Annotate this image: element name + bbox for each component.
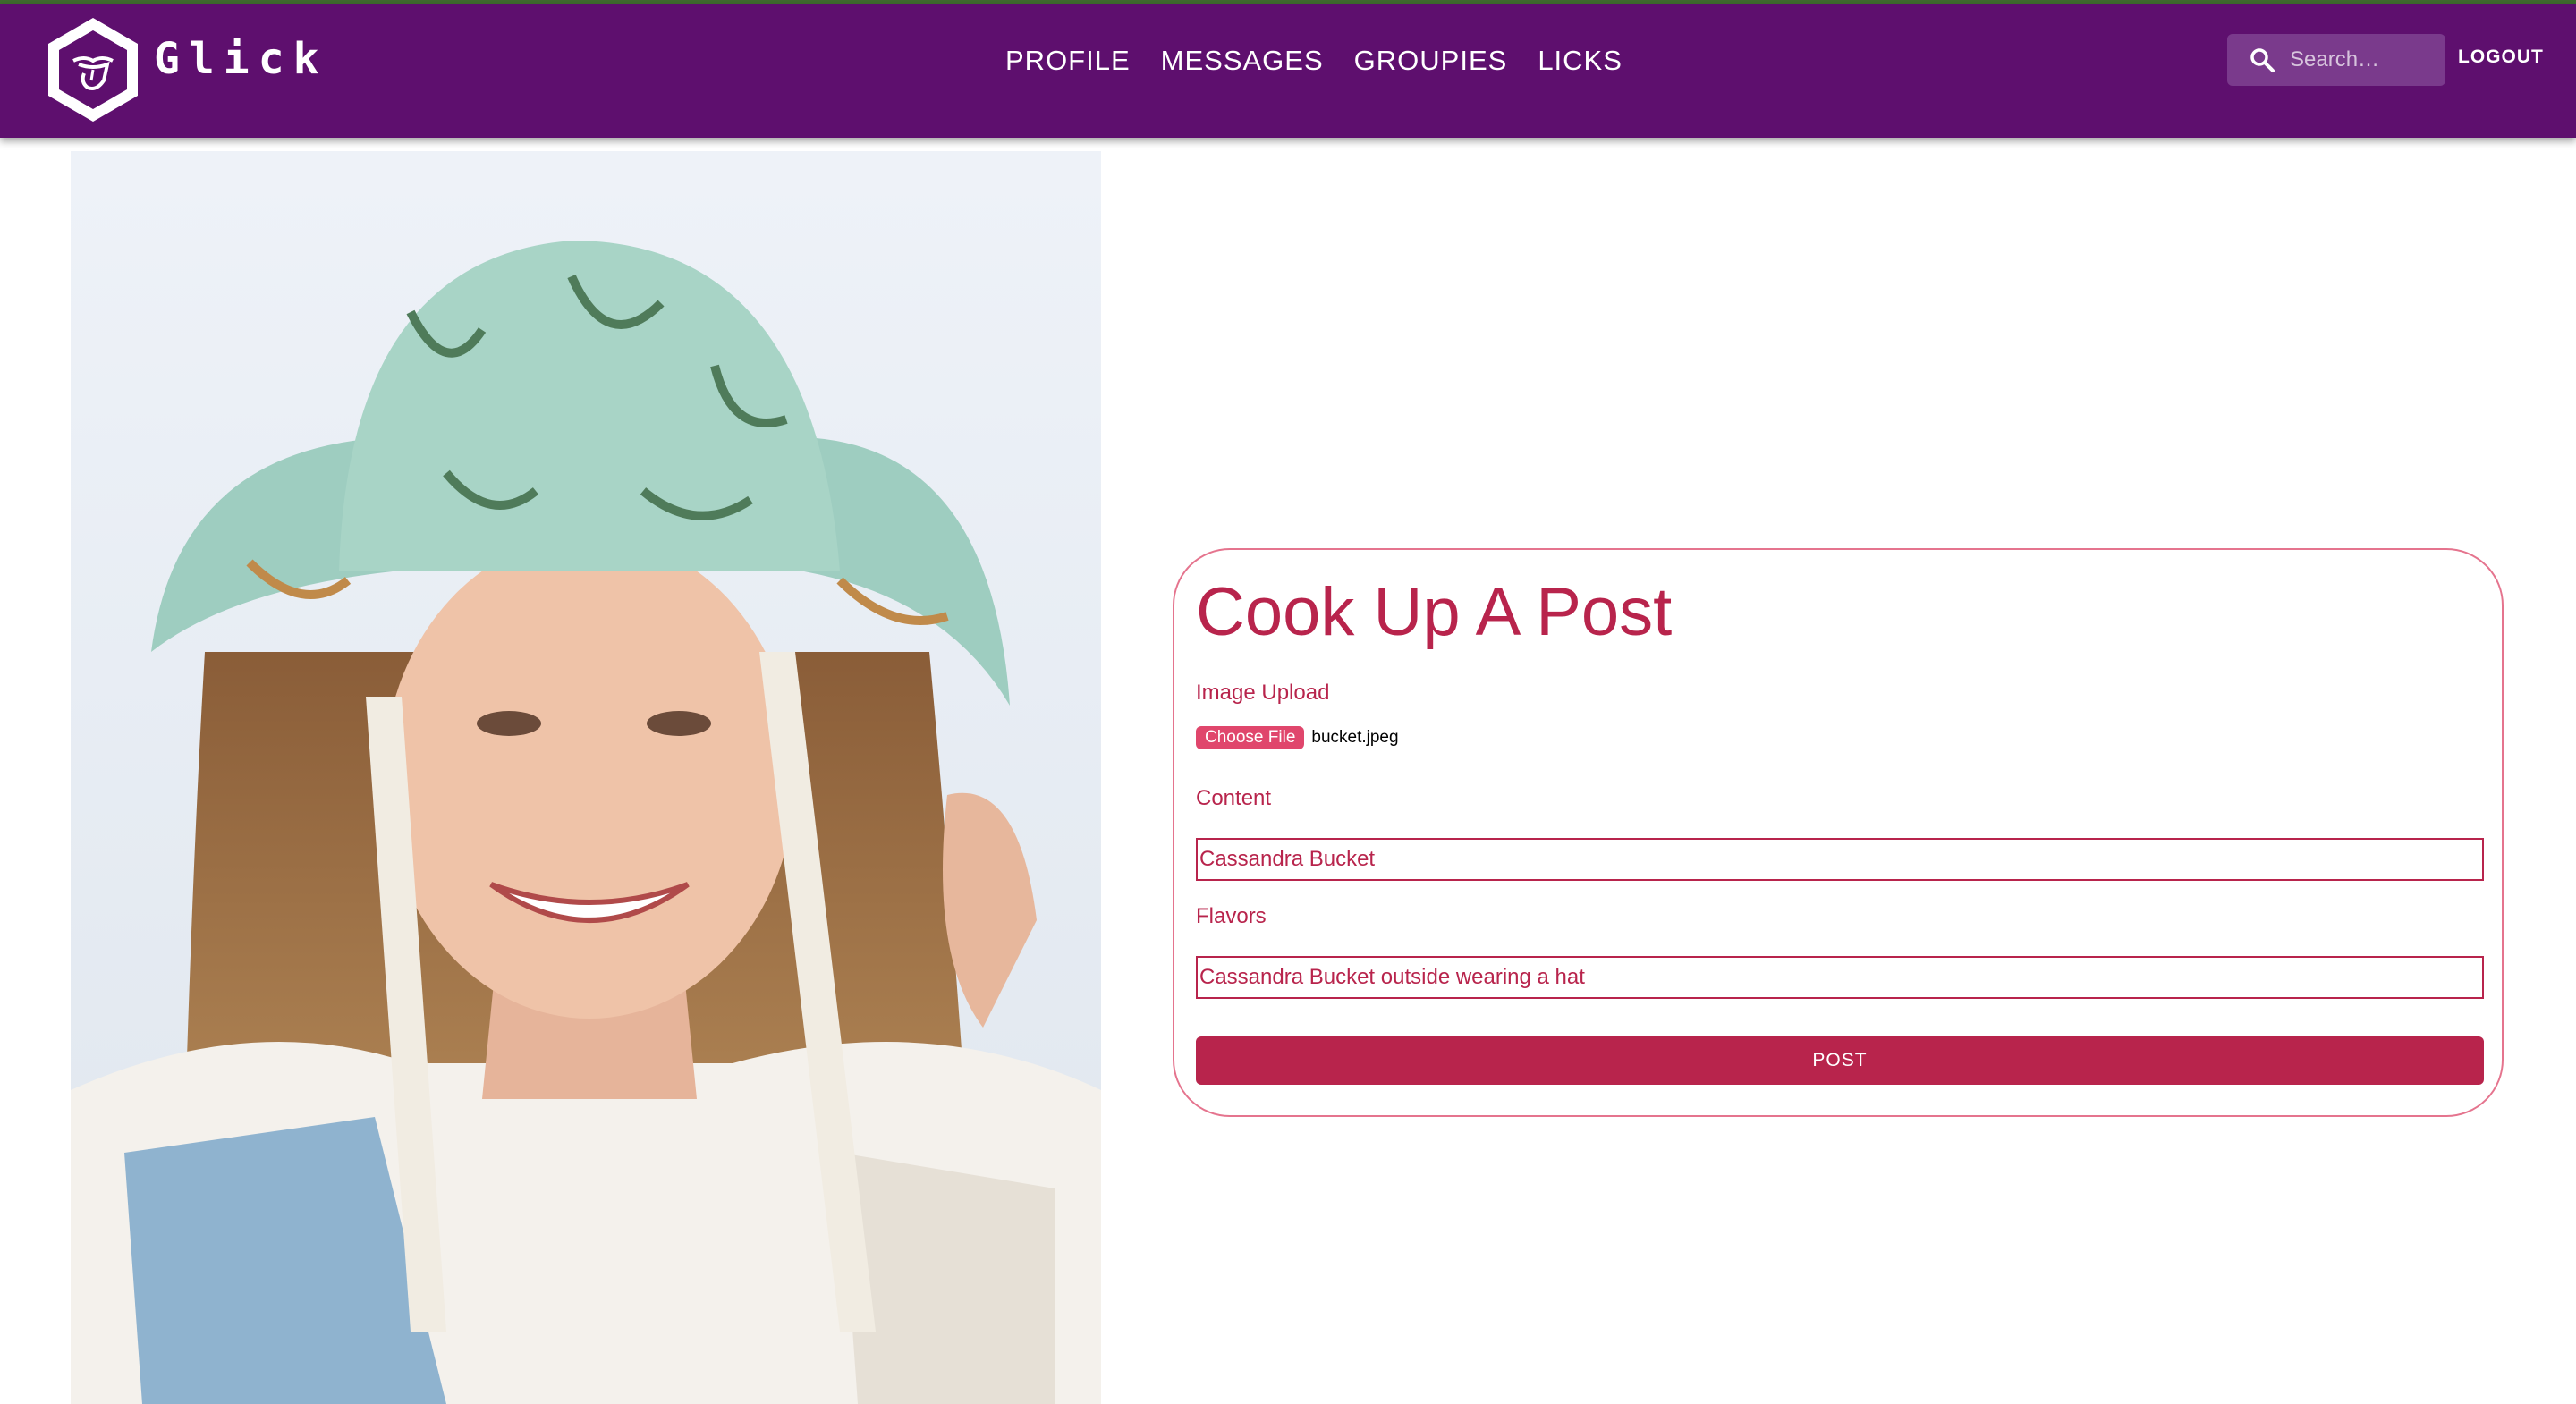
main-nav: PROFILE MESSAGES GROUPIES LICKS bbox=[1005, 41, 1653, 80]
top-navbar: Glick PROFILE MESSAGES GROUPIES LICKS LO… bbox=[0, 4, 2576, 138]
post-image-preview bbox=[71, 151, 1101, 1404]
nav-profile[interactable]: PROFILE bbox=[1005, 41, 1131, 80]
nav-licks[interactable]: LICKS bbox=[1538, 41, 1623, 80]
form-title: Cook Up A Post bbox=[1196, 574, 1673, 650]
file-input[interactable]: Choose File bucket.jpeg bbox=[1196, 726, 1399, 749]
flavors-field-box bbox=[1196, 956, 2484, 999]
flavors-input[interactable] bbox=[1198, 958, 2482, 997]
selected-file-name: bucket.jpeg bbox=[1311, 728, 1399, 747]
search-box[interactable] bbox=[2227, 34, 2445, 86]
tongue-logo-icon bbox=[48, 18, 138, 122]
brand-name[interactable]: Glick bbox=[154, 34, 328, 84]
portrait-photo bbox=[71, 151, 1101, 1404]
search-icon bbox=[2250, 48, 2275, 72]
create-post-card: Cook Up A Post Image Upload Choose File … bbox=[1173, 548, 2504, 1117]
image-upload-label: Image Upload bbox=[1196, 681, 1330, 705]
content-field-box bbox=[1196, 838, 2484, 881]
logo[interactable] bbox=[39, 14, 147, 125]
nav-messages[interactable]: MESSAGES bbox=[1161, 41, 1324, 80]
content-input[interactable] bbox=[1198, 840, 2482, 879]
choose-file-button[interactable]: Choose File bbox=[1196, 726, 1305, 749]
post-button[interactable]: POST bbox=[1196, 1036, 2484, 1085]
flavors-label: Flavors bbox=[1196, 904, 1267, 928]
nav-groupies[interactable]: GROUPIES bbox=[1354, 41, 1508, 80]
search-input[interactable] bbox=[2290, 41, 2438, 79]
logout-button[interactable]: LOGOUT bbox=[2458, 47, 2544, 68]
content-label: Content bbox=[1196, 786, 1272, 810]
